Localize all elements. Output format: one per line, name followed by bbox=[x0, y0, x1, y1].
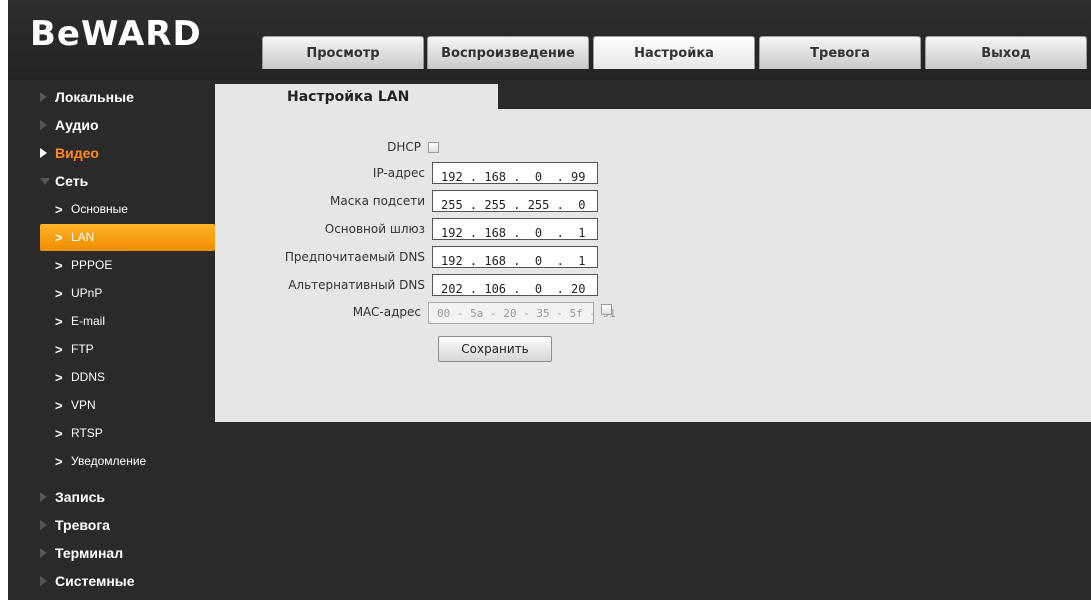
tab-playback[interactable]: Воспроизведение bbox=[427, 36, 589, 69]
chevron-right-icon: > bbox=[55, 258, 63, 273]
sidebar-subitem-label: VPN bbox=[71, 398, 96, 412]
sidebar-subitem-label: LAN bbox=[71, 230, 95, 244]
sidebar-item-label: Локальные bbox=[55, 89, 134, 105]
sidebar-subitem-notification[interactable]: > Уведомление bbox=[40, 448, 215, 475]
sidebar-subitem-rtsp[interactable]: > RTSP bbox=[40, 420, 215, 447]
mac-address-field[interactable]: 00 - 5a - 20 - 35 - 5f - 91 bbox=[428, 302, 616, 324]
sidebar-item-audio[interactable]: Аудио bbox=[40, 112, 215, 139]
sidebar-subitem-ddns[interactable]: > DDNS bbox=[40, 364, 215, 391]
arrow-right-icon bbox=[40, 492, 47, 502]
sidebar-item-label: Системные bbox=[55, 573, 135, 589]
arrow-right-icon bbox=[40, 148, 47, 158]
tab-exit[interactable]: Выход bbox=[925, 36, 1087, 69]
chevron-right-icon: > bbox=[55, 286, 63, 301]
tab-alarm[interactable]: Тревога bbox=[759, 36, 921, 69]
beward-logo: BeWARD bbox=[30, 14, 202, 54]
sidebar-item-record[interactable]: Запись bbox=[40, 484, 215, 511]
sidebar-item-label: Сеть bbox=[55, 173, 89, 189]
sidebar-subitem-label: Уведомление bbox=[71, 454, 147, 468]
sidebar-subitem-label: FTP bbox=[71, 342, 94, 356]
chevron-right-icon: > bbox=[55, 370, 63, 385]
lan-settings-panel bbox=[215, 109, 1091, 422]
sidebar-subitem-lan[interactable]: > LAN bbox=[40, 224, 215, 251]
sidebar-item-label: Тревога bbox=[55, 517, 110, 533]
subnet-mask-field[interactable]: 255 . 255 . 255 . 0 bbox=[432, 190, 598, 212]
arrow-right-icon bbox=[40, 520, 47, 530]
mac-label: MAC-адрес bbox=[352, 305, 421, 319]
sidebar-item-label: Аудио bbox=[55, 117, 99, 133]
arrow-right-icon bbox=[40, 92, 47, 102]
sidebar-item-label: Видео bbox=[55, 145, 99, 161]
sidebar-subitem-label: E-mail bbox=[71, 314, 106, 328]
chevron-right-icon: > bbox=[55, 398, 63, 413]
chevron-right-icon: > bbox=[55, 314, 63, 329]
sidebar-subitem-ftp[interactable]: > FTP bbox=[40, 336, 215, 363]
tab-settings[interactable]: Настройка bbox=[593, 36, 755, 69]
sidebar-subitem-label: Основные bbox=[71, 202, 128, 216]
dhcp-label: DHCP bbox=[387, 140, 421, 154]
sidebar-item-network[interactable]: Сеть bbox=[40, 168, 215, 195]
chevron-right-icon: > bbox=[55, 230, 63, 245]
sidebar-item-alarm[interactable]: Тревога bbox=[40, 512, 215, 539]
arrow-right-icon bbox=[40, 548, 47, 558]
chevron-right-icon: > bbox=[55, 426, 63, 441]
sidebar-subitem-label: RTSP bbox=[71, 426, 103, 440]
preferred-dns-label: Предпочитаемый DNS bbox=[284, 250, 425, 264]
sidebar-subitem-upnp[interactable]: > UPnP bbox=[40, 280, 215, 307]
sidebar-item-system[interactable]: Системные bbox=[40, 568, 215, 595]
tab-view[interactable]: Просмотр bbox=[262, 36, 424, 69]
subnet-mask-label: Маска подсети bbox=[330, 194, 425, 208]
save-button[interactable]: Сохранить bbox=[438, 336, 552, 362]
arrow-down-icon bbox=[40, 178, 50, 185]
preferred-dns-field[interactable]: 192 . 168 . 0 . 1 bbox=[432, 246, 598, 268]
sidebar-subitem-label: UPnP bbox=[71, 286, 103, 300]
arrow-right-icon bbox=[40, 120, 47, 130]
ip-address-field[interactable]: 192 . 168 . 0 . 99 bbox=[432, 162, 598, 184]
sidebar-subitem-pppoe[interactable]: > PPPOE bbox=[40, 252, 215, 279]
panel-title-tab: Настройка LAN bbox=[215, 84, 498, 110]
sidebar-item-local[interactable]: Локальные bbox=[40, 84, 215, 111]
sidebar-subitem-label: DDNS bbox=[71, 370, 106, 384]
arrow-right-icon bbox=[40, 576, 47, 586]
sidebar-subitem-email[interactable]: > E-mail bbox=[40, 308, 215, 335]
alternate-dns-label: Альтернативный DNS bbox=[288, 278, 425, 292]
sidebar-item-video[interactable]: Видео bbox=[40, 140, 215, 167]
sidebar-subitem-basic[interactable]: > Основные bbox=[40, 196, 215, 223]
chevron-right-icon: > bbox=[55, 202, 63, 217]
sidebar-subitem-label: PPPOE bbox=[71, 258, 113, 272]
ip-label: IP-адрес bbox=[372, 166, 425, 180]
sidebar-item-label: Терминал bbox=[55, 545, 124, 561]
dhcp-checkbox[interactable] bbox=[428, 142, 439, 153]
alternate-dns-field[interactable]: 202 . 106 . 0 . 20 bbox=[432, 274, 598, 296]
chevron-right-icon: > bbox=[55, 342, 63, 357]
gateway-label: Основной шлюз bbox=[324, 222, 425, 236]
mac-edit-checkbox[interactable] bbox=[601, 304, 612, 315]
gateway-field[interactable]: 192 . 168 . 0 . 1 bbox=[432, 218, 598, 240]
chevron-right-icon: > bbox=[55, 454, 63, 469]
sidebar-subitem-vpn[interactable]: > VPN bbox=[40, 392, 215, 419]
panel-title: Настройка LAN bbox=[287, 89, 410, 105]
sidebar-item-terminal[interactable]: Терминал bbox=[40, 540, 215, 567]
sidebar-item-label: Запись bbox=[55, 489, 106, 505]
